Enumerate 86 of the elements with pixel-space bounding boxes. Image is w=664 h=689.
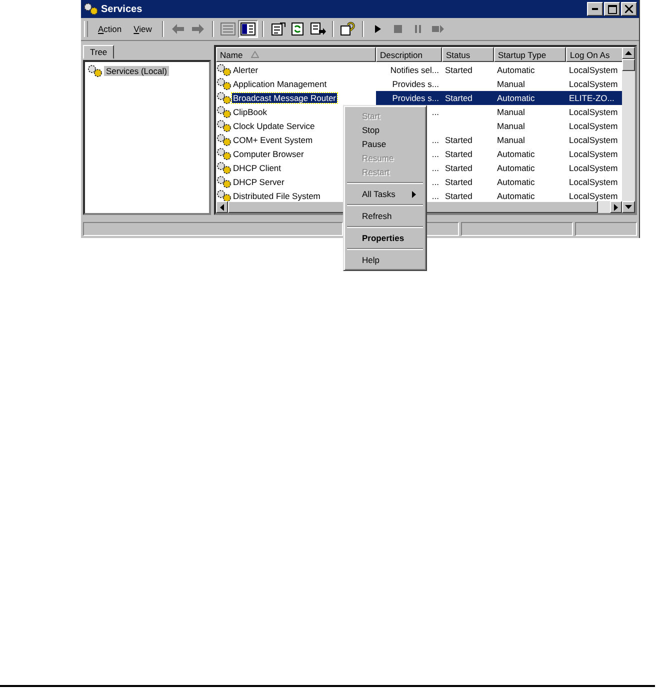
service-name[interactable]: DHCP Client: [232, 163, 282, 173]
right-arrow-icon: [614, 204, 618, 210]
gears-icon: [216, 133, 232, 147]
menu-item[interactable]: Action: [92, 22, 128, 36]
gears-icon: [216, 105, 232, 119]
table-cell: ...: [432, 149, 439, 159]
table-cell: LocalSystem: [569, 135, 618, 145]
service-name[interactable]: Application Management: [232, 79, 328, 89]
menu-item[interactable]: View: [128, 22, 158, 36]
table-cell: Manual: [497, 79, 525, 89]
gears-icon: [83, 2, 99, 16]
table-cell: LocalSystem: [569, 121, 618, 131]
column-header[interactable]: Status: [442, 47, 494, 62]
service-name[interactable]: COM+ Event System: [232, 135, 314, 145]
table-cell: Manual: [497, 121, 525, 131]
table-cell: LocalSystem: [569, 177, 618, 187]
table-cell: Started: [445, 163, 472, 173]
service-name[interactable]: Computer Browser: [232, 149, 305, 159]
gears-icon: [216, 175, 232, 189]
table-cell: ...: [432, 191, 439, 201]
table-cell: Automatic: [497, 149, 535, 159]
context-menu-item[interactable]: All Tasks: [346, 187, 424, 201]
service-name[interactable]: Clock Update Service: [232, 121, 316, 131]
left-arrow-icon: [220, 204, 224, 210]
table-cell: Started: [445, 93, 472, 103]
vertical-scrollbar[interactable]: [622, 47, 635, 213]
table-cell: Manual: [497, 135, 525, 145]
table-cell: Manual: [497, 107, 525, 117]
table-cell: LocalSystem: [569, 191, 618, 201]
table-cell: Started: [445, 191, 472, 201]
table-cell: ...: [432, 177, 439, 187]
column-header[interactable]: Log On As: [566, 47, 622, 62]
table-cell: ...: [432, 163, 439, 173]
service-name[interactable]: DHCP Server: [232, 177, 286, 187]
gears-icon: [87, 64, 103, 78]
up-arrow-icon: [625, 51, 632, 55]
table-cell: Started: [445, 135, 472, 145]
service-name[interactable]: Distributed File System: [232, 191, 322, 201]
context-menu-item[interactable]: Pause: [346, 137, 424, 151]
tree-item[interactable]: Services (Local): [104, 66, 169, 76]
column-header[interactable]: Description: [376, 47, 442, 62]
table-cell: Automatic: [497, 163, 535, 173]
maximize-icon: [608, 4, 616, 14]
table-cell: ...: [432, 107, 439, 117]
table-cell: LocalSystem: [569, 107, 618, 117]
window-title: Services: [101, 4, 144, 14]
context-menu-item[interactable]: Properties: [346, 231, 424, 245]
scrollbar-thumb[interactable]: [622, 59, 635, 71]
table-cell: LocalSystem: [569, 149, 618, 159]
minimize-icon: [592, 8, 598, 10]
table-cell: Automatic: [497, 177, 535, 187]
service-name[interactable]: Alerter: [232, 65, 260, 75]
table-cell: Notifies sel...: [390, 65, 439, 75]
gears-icon: [216, 91, 232, 105]
table-cell: Started: [445, 149, 472, 159]
gears-icon: [216, 63, 232, 77]
table-cell: Provides s...: [392, 93, 439, 103]
context-menu-item[interactable]: Help: [346, 253, 424, 267]
context-menu-item[interactable]: Stop: [346, 123, 424, 137]
table-cell: Provides s...: [392, 79, 439, 89]
gears-icon: [216, 77, 232, 91]
tree-tab[interactable]: Tree: [83, 45, 114, 59]
minimize-button[interactable]: [587, 2, 603, 16]
gears-icon: [216, 161, 232, 175]
column-header[interactable]: Name: [216, 47, 376, 62]
gears-icon: [216, 189, 232, 201]
table-cell: LocalSystem: [569, 79, 618, 89]
gears-icon: [216, 147, 232, 161]
table-cell: LocalSystem: [569, 163, 618, 173]
close-icon: [625, 5, 633, 13]
table-cell: Automatic: [497, 191, 535, 201]
close-button[interactable]: [621, 2, 637, 16]
table-cell: Started: [445, 65, 472, 75]
table-cell: Automatic: [497, 93, 535, 103]
gears-icon: [216, 119, 232, 133]
table-cell: Started: [445, 177, 472, 187]
down-arrow-icon: [625, 205, 632, 209]
service-name[interactable]: ClipBook: [232, 107, 268, 117]
table-cell: ELITE-ZO...: [569, 93, 614, 103]
table-cell: Automatic: [497, 65, 535, 75]
service-name[interactable]: Broadcast Message Router: [232, 93, 337, 103]
maximize-button[interactable]: [604, 2, 620, 16]
table-cell: LocalSystem: [569, 65, 618, 75]
table-cell: ...: [432, 135, 439, 145]
column-header[interactable]: Startup Type: [494, 47, 566, 62]
context-menu-item[interactable]: Refresh: [346, 209, 424, 223]
